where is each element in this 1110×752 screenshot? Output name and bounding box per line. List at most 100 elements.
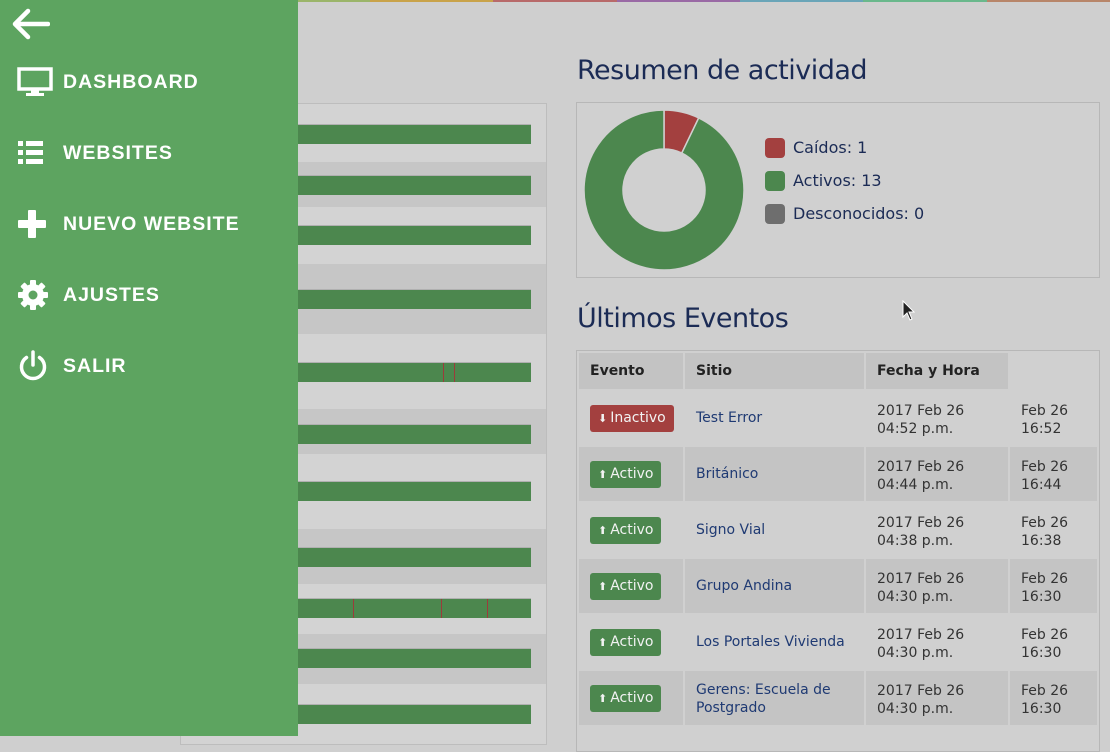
event-short-date: Feb 26: [1021, 627, 1069, 643]
event-date: 2017 Feb 26: [877, 627, 965, 643]
event-short-time: 16:30: [1021, 589, 1062, 605]
status-label: Inactivo: [610, 410, 666, 426]
event-cell: ⬆ Activo: [579, 447, 683, 501]
status-badge: ⬆ Activo: [590, 629, 662, 656]
nav-item-salir[interactable]: SALIR: [17, 346, 127, 386]
site-cell: Gerens: Escuela de Postgrado: [685, 671, 864, 725]
summary-card: Caídos: 1 Activos: 13 Desconocidos: 0: [576, 102, 1100, 278]
datetime-cell: 2017 Feb 26 04:52 p.m.: [866, 391, 1008, 445]
legend-item-down: Caídos: 1: [765, 131, 924, 164]
table-row: ⬆ Activo Británico 2017 Feb 26 04:44 p.m. Feb…: [579, 447, 1097, 501]
event-time: 04:38 p.m.: [877, 533, 954, 549]
site-link[interactable]: Test Error: [696, 409, 846, 427]
legend-swatch-down: [765, 137, 785, 158]
back-arrow-icon[interactable]: [10, 8, 51, 44]
short-datetime-cell: Feb 26 16:38: [1010, 503, 1097, 557]
event-cell: ⬇ Inactivo: [579, 391, 683, 445]
event-cell: ⬆ Activo: [579, 671, 683, 725]
nav-item-websites[interactable]: WEBSITES: [17, 133, 173, 173]
status-label: Activo: [610, 522, 654, 538]
chart-legend: Caídos: 1 Activos: 13 Desconocidos: 0: [765, 131, 924, 230]
status-badge: ⬇ Inactivo: [590, 405, 674, 432]
event-cell: ⬆ Activo: [579, 559, 683, 613]
legend-label: Activos: 13: [793, 171, 882, 190]
legend-item-up: Activos: 13: [765, 164, 924, 197]
arrow-up-icon: ⬆: [598, 468, 608, 481]
plus-icon: [17, 208, 53, 240]
short-datetime-cell: Feb 26 16:44: [1010, 447, 1097, 501]
arrow-up-icon: ⬆: [598, 524, 608, 537]
table-row: ⬆ Activo Gerens: Escuela de Postgrado 2017 …: [579, 671, 1097, 725]
status-label: Activo: [610, 634, 654, 650]
status-badge: ⬆ Activo: [590, 517, 662, 544]
site-link[interactable]: Grupo Andina: [696, 577, 846, 595]
event-short-time: 16:38: [1021, 533, 1062, 549]
site-link[interactable]: Los Portales Vivienda: [696, 633, 846, 651]
site-link[interactable]: Británico: [696, 465, 846, 483]
events-title: Últimos Eventos: [577, 303, 789, 334]
mouse-pointer-icon: [902, 299, 916, 326]
event-date: 2017 Feb 26: [877, 683, 965, 699]
nav-label: AJUSTES: [63, 283, 160, 306]
summary-title: Resumen de actividad: [577, 55, 868, 86]
legend-swatch-unknown: [765, 203, 785, 224]
event-short-time: 16:30: [1021, 701, 1062, 717]
nav-label: NUEVO WEBSITE: [63, 212, 240, 235]
short-datetime-cell: Feb 26 16:30: [1010, 671, 1097, 725]
datetime-cell: 2017 Feb 26 04:30 p.m.: [866, 615, 1008, 669]
table-row: ⬆ Activo Grupo Andina 2017 Feb 26 04:30 p.m.…: [579, 559, 1097, 613]
event-date: 2017 Feb 26: [877, 571, 965, 587]
donut-slice-activos[interactable]: [583, 109, 745, 271]
list-icon: [17, 137, 53, 169]
event-short-date: Feb 26: [1021, 459, 1069, 475]
site-link[interactable]: Gerens: Escuela de Postgrado: [696, 681, 846, 717]
table-row: ⬆ Activo Signo Vial 2017 Feb 26 04:38 p.m. Fe…: [579, 503, 1097, 557]
datetime-cell: 2017 Feb 26 04:44 p.m.: [866, 447, 1008, 501]
status-label: Activo: [610, 690, 654, 706]
legend-swatch-up: [765, 170, 785, 191]
short-datetime-cell: Feb 26 16:52: [1010, 391, 1097, 445]
site-link[interactable]: Signo Vial: [696, 521, 846, 539]
column-header-evento: Evento: [579, 353, 683, 389]
legend-item-unknown: Desconocidos: 0: [765, 197, 924, 230]
side-menu: DASHBOARD WEBSITES NUEVO WEBSITE AJUSTES…: [0, 0, 298, 736]
datetime-cell: 2017 Feb 26 04:30 p.m.: [866, 671, 1008, 725]
nav-item-nuevo-website[interactable]: NUEVO WEBSITE: [17, 204, 240, 244]
event-time: 04:30 p.m.: [877, 701, 954, 717]
event-date: 2017 Feb 26: [877, 515, 965, 531]
nav-label: DASHBOARD: [63, 70, 199, 93]
monitor-icon: [17, 66, 53, 98]
event-short-date: Feb 26: [1021, 571, 1069, 587]
event-time: 04:52 p.m.: [877, 421, 954, 437]
arrow-up-icon: ⬆: [598, 692, 608, 705]
datetime-cell: 2017 Feb 26 04:38 p.m.: [866, 503, 1008, 557]
nav-item-ajustes[interactable]: AJUSTES: [17, 275, 160, 315]
event-time: 04:30 p.m.: [877, 589, 954, 605]
column-header-sitio: Sitio: [685, 353, 864, 389]
event-cell: ⬆ Activo: [579, 615, 683, 669]
nav-label: SALIR: [63, 354, 127, 377]
site-cell: Signo Vial: [685, 503, 864, 557]
short-datetime-cell: Feb 26 16:30: [1010, 615, 1097, 669]
status-badge: ⬆ Activo: [590, 685, 662, 712]
event-short-time: 16:52: [1021, 421, 1062, 437]
nav-label: WEBSITES: [63, 141, 173, 164]
event-short-date: Feb 26: [1021, 683, 1069, 699]
gear-icon: [17, 279, 53, 311]
datetime-cell: 2017 Feb 26 04:30 p.m.: [866, 559, 1008, 613]
column-header-fecha: Fecha y Hora: [866, 353, 1008, 389]
table-row: ⬆ Activo Los Portales Vivienda 2017 Feb 26 0…: [579, 615, 1097, 669]
event-short-date: Feb 26: [1021, 403, 1069, 419]
events-table: Evento Sitio Fecha y Hora ⬇ Inactivo Test …: [576, 350, 1100, 752]
table-row: ⬇ Inactivo Test Error 2017 Feb 26 04:52 p.m.…: [579, 391, 1097, 445]
status-label: Activo: [610, 466, 654, 482]
arrow-down-icon: ⬇: [598, 412, 608, 425]
event-short-time: 16:44: [1021, 477, 1062, 493]
event-short-time: 16:30: [1021, 645, 1062, 661]
status-label: Activo: [610, 578, 654, 594]
site-cell: Test Error: [685, 391, 864, 445]
donut-chart: [583, 109, 745, 271]
power-icon: [17, 350, 53, 382]
nav-item-dashboard[interactable]: DASHBOARD: [17, 62, 199, 102]
short-datetime-cell: Feb 26 16:30: [1010, 559, 1097, 613]
